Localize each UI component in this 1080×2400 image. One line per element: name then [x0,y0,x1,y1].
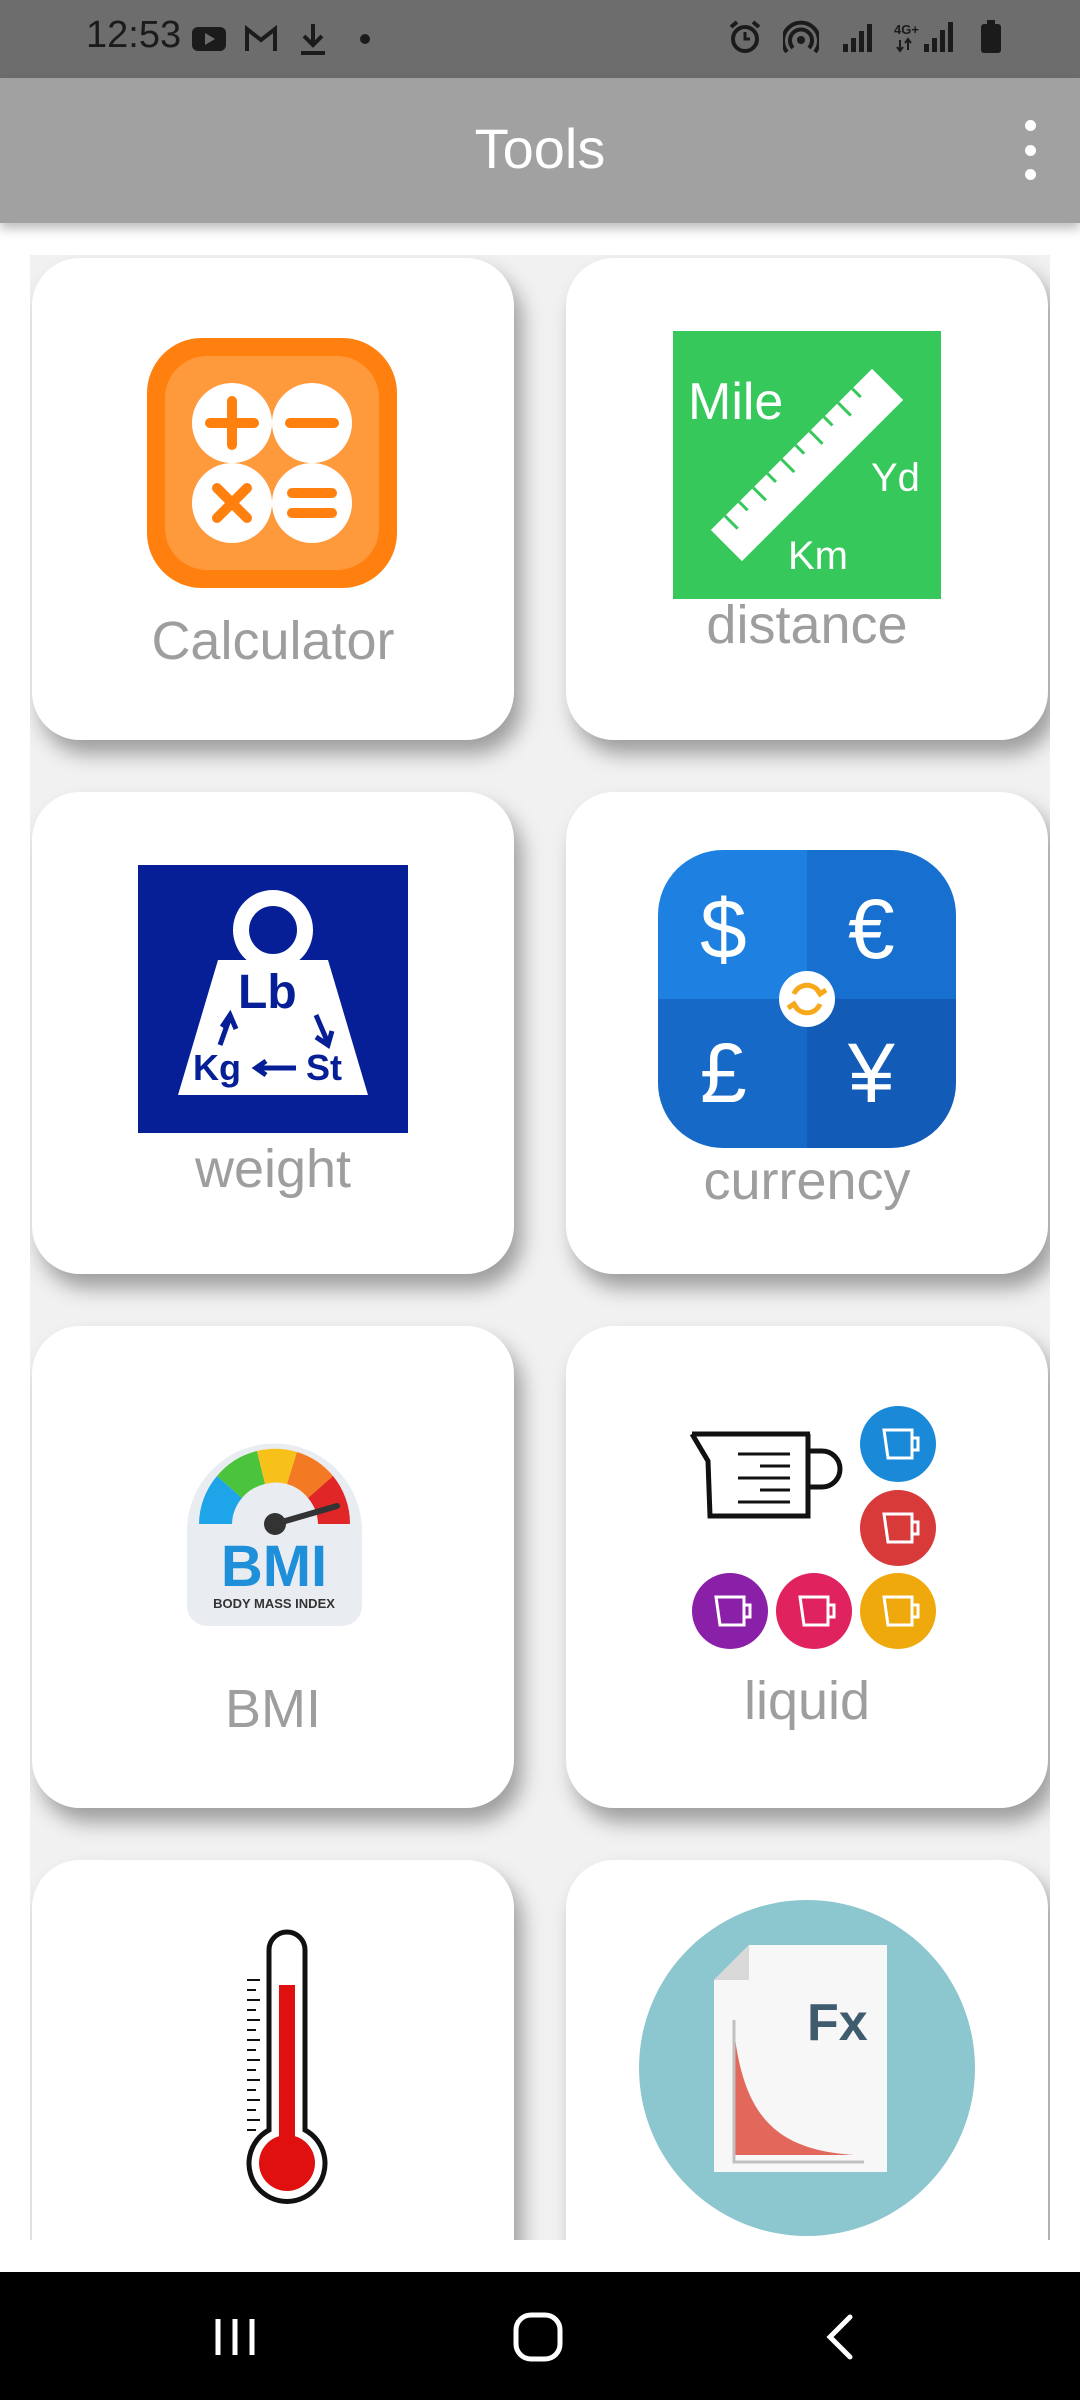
tool-tile-function[interactable]: Fx [566,1860,1048,2240]
calculator-icon [147,338,397,592]
gmail-icon [242,20,280,58]
4g-signal-icon: 4G+ [894,18,954,56]
more-vertical-icon[interactable] [1010,120,1050,180]
back-icon[interactable] [800,2302,880,2372]
tool-label: BMI [224,1679,321,1739]
home-icon[interactable] [498,2302,578,2372]
thermometer-icon [222,1920,332,2214]
weight-kg-text: Kg [193,1047,241,1088]
battery-icon [972,18,1010,56]
page-title: Tools [474,117,606,180]
download-icon [294,20,332,58]
status-icons-left [190,20,384,58]
ruler-mile-text: Mile [688,373,783,431]
dot-icon [346,20,384,58]
tool-tile-bmi[interactable]: BMI BODY MASS INDEX BMI [32,1326,514,1808]
tools-grid: Calculator Mile Yd Km distance Lb Kg St … [30,255,1050,2240]
svg-text:4G+: 4G+ [894,22,919,37]
navigation-bar [0,2272,1080,2400]
ruler-icon: Mile Yd Km [673,331,941,603]
bmi-text: BMI [221,1534,327,1599]
ruler-yd-text: Yd [871,456,920,500]
weight-st-text: St [306,1047,342,1088]
weight-lb-text: Lb [238,966,297,1019]
currency-dollar-text: $ [700,882,747,976]
hotspot-icon [782,18,820,56]
recent-apps-icon[interactable] [195,2302,275,2372]
tool-tile-liquid[interactable]: liquid [566,1326,1048,1808]
app-bar: Tools [0,78,1080,223]
status-icons-right: 4G+ [726,18,1010,56]
bmi-gauge-icon: BMI BODY MASS INDEX [187,1436,362,1630]
tool-tile-weight[interactable]: Lb Kg St weight [32,792,514,1274]
currency-pound-text: £ [700,1026,747,1120]
youtube-icon [190,20,228,58]
currency-yen-text: ¥ [847,1026,895,1120]
tool-label: currency [703,1151,911,1211]
measuring-jug-icon [680,1406,940,1660]
status-bar: 12:53 4G+ [0,0,1080,78]
tool-tile-temperature[interactable] [32,1860,514,2240]
alarm-icon [726,18,764,56]
tool-label: Calculator [151,611,395,671]
tool-tile-calculator[interactable]: Calculator [32,258,514,740]
currency-icon: $ € £ ¥ [658,850,956,1152]
tool-tile-currency[interactable]: $ € £ ¥ currency [566,792,1048,1274]
tool-label: distance [706,595,908,655]
ruler-km-text: Km [788,534,848,578]
tool-label: weight [194,1139,352,1199]
weight-icon: Lb Kg St [138,865,408,1137]
fx-text: Fx [807,1994,868,2052]
tool-label: liquid [743,1671,871,1731]
status-time: 12:53 [86,14,182,56]
bmi-subtitle-text: BODY MASS INDEX [213,1596,335,1611]
currency-euro-text: € [848,882,895,976]
function-chart-icon: Fx [639,1900,975,2240]
signal-icon [838,18,876,56]
tool-tile-distance[interactable]: Mile Yd Km distance [566,258,1048,740]
